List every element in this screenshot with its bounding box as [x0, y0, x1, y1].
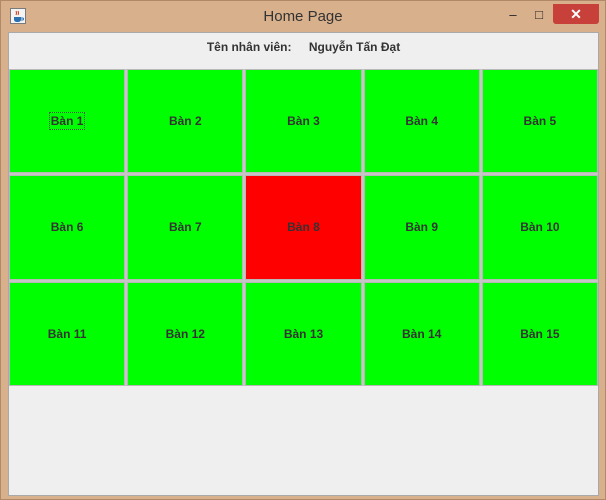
table-label: Bàn 10	[520, 220, 560, 235]
table-button-7[interactable]: Bàn 7	[127, 175, 244, 280]
table-label: Bàn 1	[48, 112, 86, 131]
table-label: Bàn 3	[287, 114, 320, 129]
main-panel: Tên nhân viên: Nguyễn Tấn Đạt Bàn 1 Bàn …	[8, 32, 599, 496]
close-button[interactable]: ✕	[553, 4, 599, 24]
table-button-13[interactable]: Bàn 13	[245, 281, 362, 386]
table-label: Bàn 7	[168, 220, 202, 235]
minimize-button[interactable]: –	[501, 4, 525, 24]
maximize-button[interactable]: □	[527, 4, 551, 24]
table-button-2[interactable]: Bàn 2	[127, 69, 244, 174]
table-label: Bàn 5	[523, 114, 557, 129]
table-button-14[interactable]: Bàn 14	[363, 281, 480, 386]
table-label: Bàn 13	[283, 326, 324, 341]
table-button-9[interactable]: Bàn 9	[363, 175, 480, 280]
title-bar[interactable]: Home Page – □ ✕	[1, 1, 605, 32]
table-button-4[interactable]: Bàn 4	[363, 69, 480, 174]
table-button-1[interactable]: Bàn 1	[9, 69, 126, 174]
table-button-3[interactable]: Bàn 3	[245, 69, 362, 174]
table-button-12[interactable]: Bàn 12	[127, 281, 244, 386]
table-button-8[interactable]: Bàn 8	[245, 175, 362, 280]
employee-info: Tên nhân viên: Nguyễn Tấn Đạt	[9, 40, 598, 56]
employee-name: Nguyễn Tấn Đạt	[308, 40, 401, 54]
table-label: Bàn 4	[405, 114, 439, 129]
table-button-6[interactable]: Bàn 6	[9, 175, 126, 280]
table-label: Bàn 15	[520, 326, 560, 341]
table-button-15[interactable]: Bàn 15	[481, 281, 598, 386]
table-label: Bàn 11	[47, 326, 87, 341]
table-label: Bàn 8	[287, 220, 320, 235]
table-button-10[interactable]: Bàn 10	[481, 175, 598, 280]
table-label: Bàn 6	[50, 220, 84, 235]
table-button-5[interactable]: Bàn 5	[481, 69, 598, 174]
table-button-11[interactable]: Bàn 11	[9, 281, 126, 386]
table-label: Bàn 9	[405, 220, 439, 235]
table-label: Bàn 2	[168, 114, 202, 129]
app-window: Home Page – □ ✕ Tên nhân viên: Nguyễn Tấ…	[0, 0, 606, 500]
employee-label: Tên nhân viên:	[206, 40, 292, 54]
close-icon: ✕	[570, 5, 582, 22]
table-grid: Bàn 1 Bàn 2 Bàn 3 Bàn 4 Bàn 5 Bàn 6 Bàn …	[9, 69, 598, 386]
table-label: Bàn 14	[402, 326, 442, 341]
table-label: Bàn 12	[165, 326, 205, 341]
minimize-icon: –	[509, 6, 517, 22]
maximize-icon: □	[535, 6, 543, 22]
